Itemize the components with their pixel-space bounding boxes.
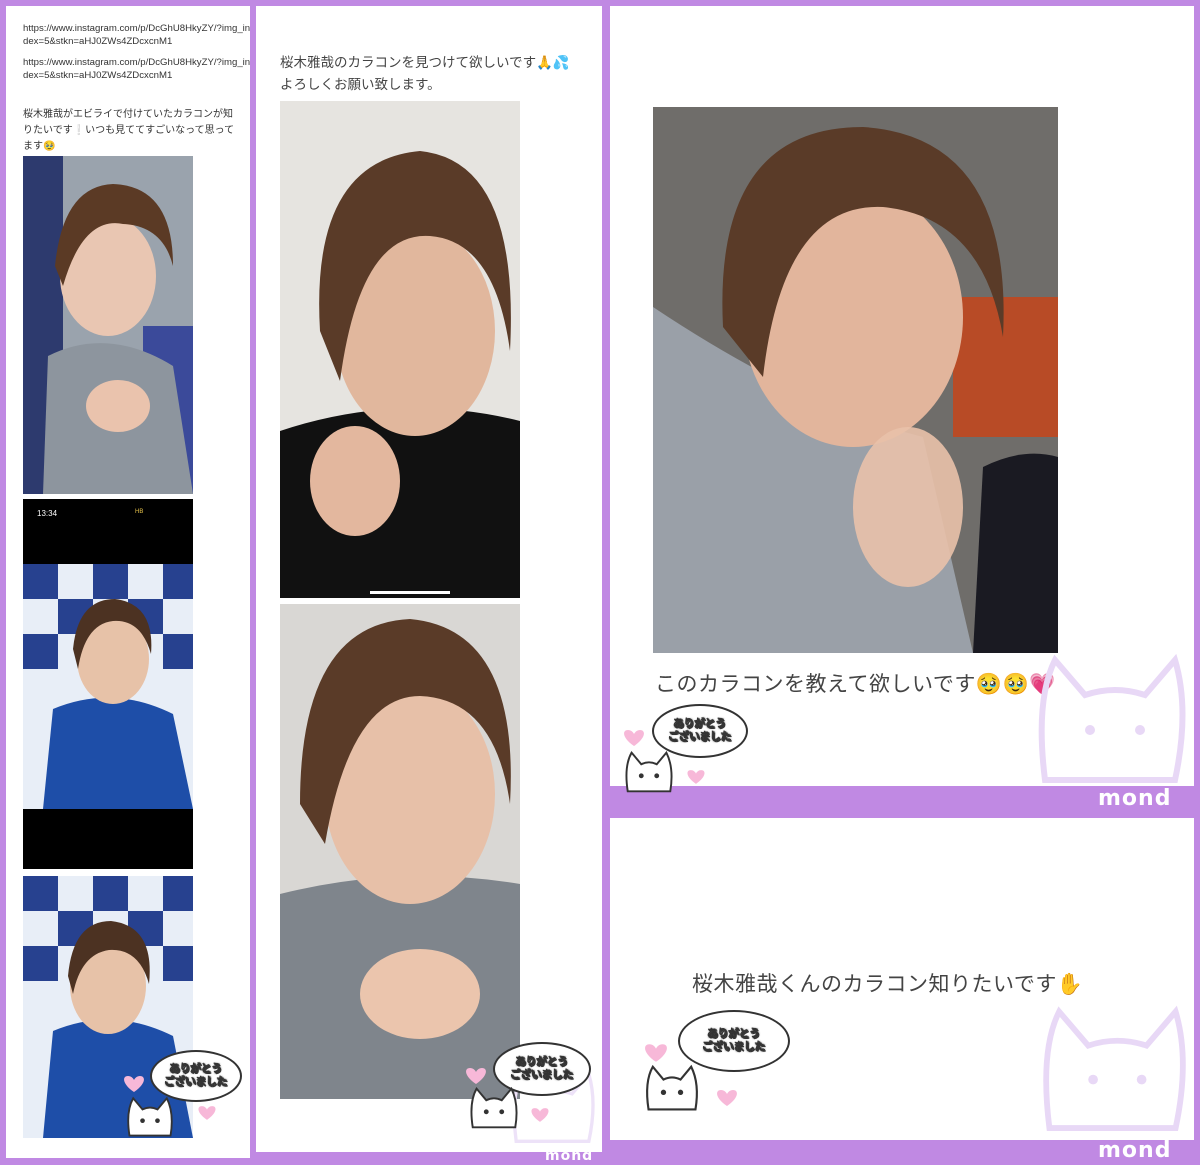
request-text-2: 桜木雅哉のカラコンを見つけて欲しいです🙏💦よろしくお願い致します。 <box>280 55 570 93</box>
selfie-photo-5 <box>653 107 1058 653</box>
instagram-url-1[interactable]: https://www.instagram.com/p/DcGhU8HkyZY/… <box>23 22 250 48</box>
instagram-url-2[interactable]: https://www.instagram.com/p/DcGhU8HkyZY/… <box>23 56 250 82</box>
selfie-photo-3 <box>280 101 520 598</box>
phone-status: HB <box>135 509 144 515</box>
cat-sticker-icon <box>127 1096 173 1137</box>
heart-icon <box>531 1108 549 1122</box>
selfie-photo-4 <box>280 604 520 1099</box>
cat-sticker-icon <box>470 1086 518 1129</box>
heart-icon <box>687 770 705 784</box>
heart-icon <box>624 730 644 746</box>
request-text-4: 桜木雅哉くんのカラコン知りたいです✋ <box>692 972 1084 996</box>
heart-icon <box>466 1068 486 1084</box>
heart-icon <box>645 1044 667 1062</box>
heart-icon <box>717 1090 737 1106</box>
brand-logo: mond <box>1098 1138 1172 1163</box>
cat-sticker-icon <box>646 1064 698 1111</box>
request-text-3: このカラコンを教えて欲しいです🥹🥹💗 <box>655 672 1056 696</box>
heart-icon <box>124 1076 144 1092</box>
request-panel-1: https://www.instagram.com/p/DcGhU8HkyZY/… <box>6 6 250 1158</box>
cat-sticker-icon <box>625 750 673 793</box>
request-text-1: 桜木雅哉がエビライで付けていたカラコンが知りたいです❕いつも見ててすごいなって思… <box>23 109 235 152</box>
brand-logo: mond <box>1098 786 1172 811</box>
brand-logo: mond <box>545 1148 594 1164</box>
phone-screenshot-photo: 13:34 HB <box>23 499 193 869</box>
phone-time: 13:34 <box>37 509 58 518</box>
selfie-photo-1 <box>23 156 193 494</box>
heart-icon <box>198 1106 216 1120</box>
request-panel-2: 桜木雅哉のカラコンを見つけて欲しいです🙏💦よろしくお願い致します。 <box>256 6 602 1152</box>
cat-watermark-icon <box>1043 1005 1186 1131</box>
cat-watermark-icon <box>1038 653 1186 783</box>
